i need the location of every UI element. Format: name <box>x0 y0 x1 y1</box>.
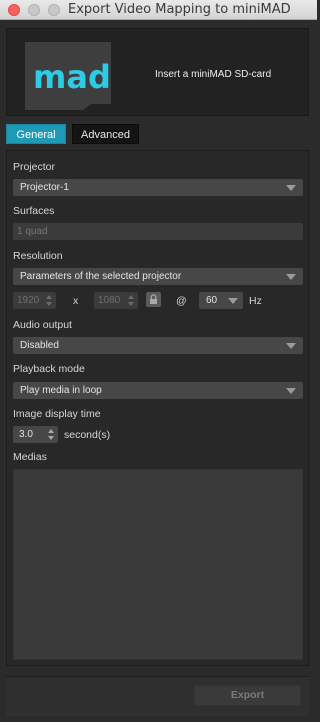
chevron-down-icon <box>228 298 238 304</box>
chevron-down-icon <box>286 185 296 191</box>
resolution-at-sign: @ <box>176 295 187 307</box>
close-window-button[interactable] <box>8 4 20 16</box>
export-button[interactable]: Export <box>194 685 301 706</box>
resolution-width-value: 1920 <box>17 295 40 306</box>
resolution-mode-select[interactable]: Parameters of the selected projector <box>13 268 303 285</box>
resolution-width-stepper: 1920 <box>13 292 56 309</box>
audio-output-value: Disabled <box>20 340 59 351</box>
image-display-time-stepper[interactable]: 3.0 <box>13 426 58 443</box>
playback-mode-label: Playback mode <box>13 363 85 375</box>
chevron-down-icon <box>286 343 296 349</box>
stepper-arrows-icon <box>46 294 53 307</box>
mad-logo: mad <box>33 58 111 96</box>
chevron-down-icon <box>286 274 296 280</box>
chevron-down-icon <box>286 388 296 394</box>
refresh-rate-value: 60 <box>206 295 218 306</box>
projector-label: Projector <box>13 161 56 173</box>
title-bar: Export Video Mapping to miniMAD <box>0 0 317 20</box>
stepper-arrows-icon <box>128 294 135 307</box>
resolution-mode-value: Parameters of the selected projector <box>20 271 182 282</box>
image-display-time-value: 3.0 <box>19 429 33 440</box>
resolution-label: Resolution <box>13 250 63 262</box>
tab-advanced[interactable]: Advanced <box>72 124 139 144</box>
surfaces-label: Surfaces <box>13 205 55 217</box>
window-title: Export Video Mapping to miniMAD <box>68 2 291 17</box>
refresh-rate-select[interactable]: 60 <box>199 292 243 309</box>
projector-select-value: Projector-1 <box>20 182 69 193</box>
audio-output-select[interactable]: Disabled <box>13 337 303 354</box>
image-display-time-label: Image display time <box>13 408 101 420</box>
sd-card-header: mad Insert a miniMAD SD-card <box>6 28 309 116</box>
audio-output-label: Audio output <box>13 319 72 331</box>
surfaces-value: 1 quad <box>17 226 48 237</box>
medias-list[interactable] <box>13 469 303 660</box>
tab-general[interactable]: General <box>6 124 66 144</box>
image-display-time-unit: second(s) <box>64 429 111 441</box>
resolution-height-value: 1080 <box>98 295 121 306</box>
playback-mode-value: Play media in loop <box>20 385 102 396</box>
aspect-lock-button[interactable] <box>146 292 161 307</box>
refresh-rate-unit: Hz <box>249 295 262 307</box>
surfaces-field: 1 quad <box>13 223 303 240</box>
minimize-window-button[interactable] <box>28 4 40 16</box>
lock-icon <box>150 294 157 304</box>
playback-mode-select[interactable]: Play media in loop <box>13 382 303 399</box>
resolution-times-sign: x <box>73 295 79 307</box>
sd-card-icon: mad <box>25 42 111 110</box>
resolution-height-stepper: 1080 <box>94 292 138 309</box>
zoom-window-button[interactable] <box>48 4 60 16</box>
medias-label: Medias <box>13 451 47 463</box>
projector-select[interactable]: Projector-1 <box>13 179 303 196</box>
sd-card-instruction: Insert a miniMAD SD-card <box>155 69 272 80</box>
stepper-arrows-icon[interactable] <box>48 428 55 441</box>
